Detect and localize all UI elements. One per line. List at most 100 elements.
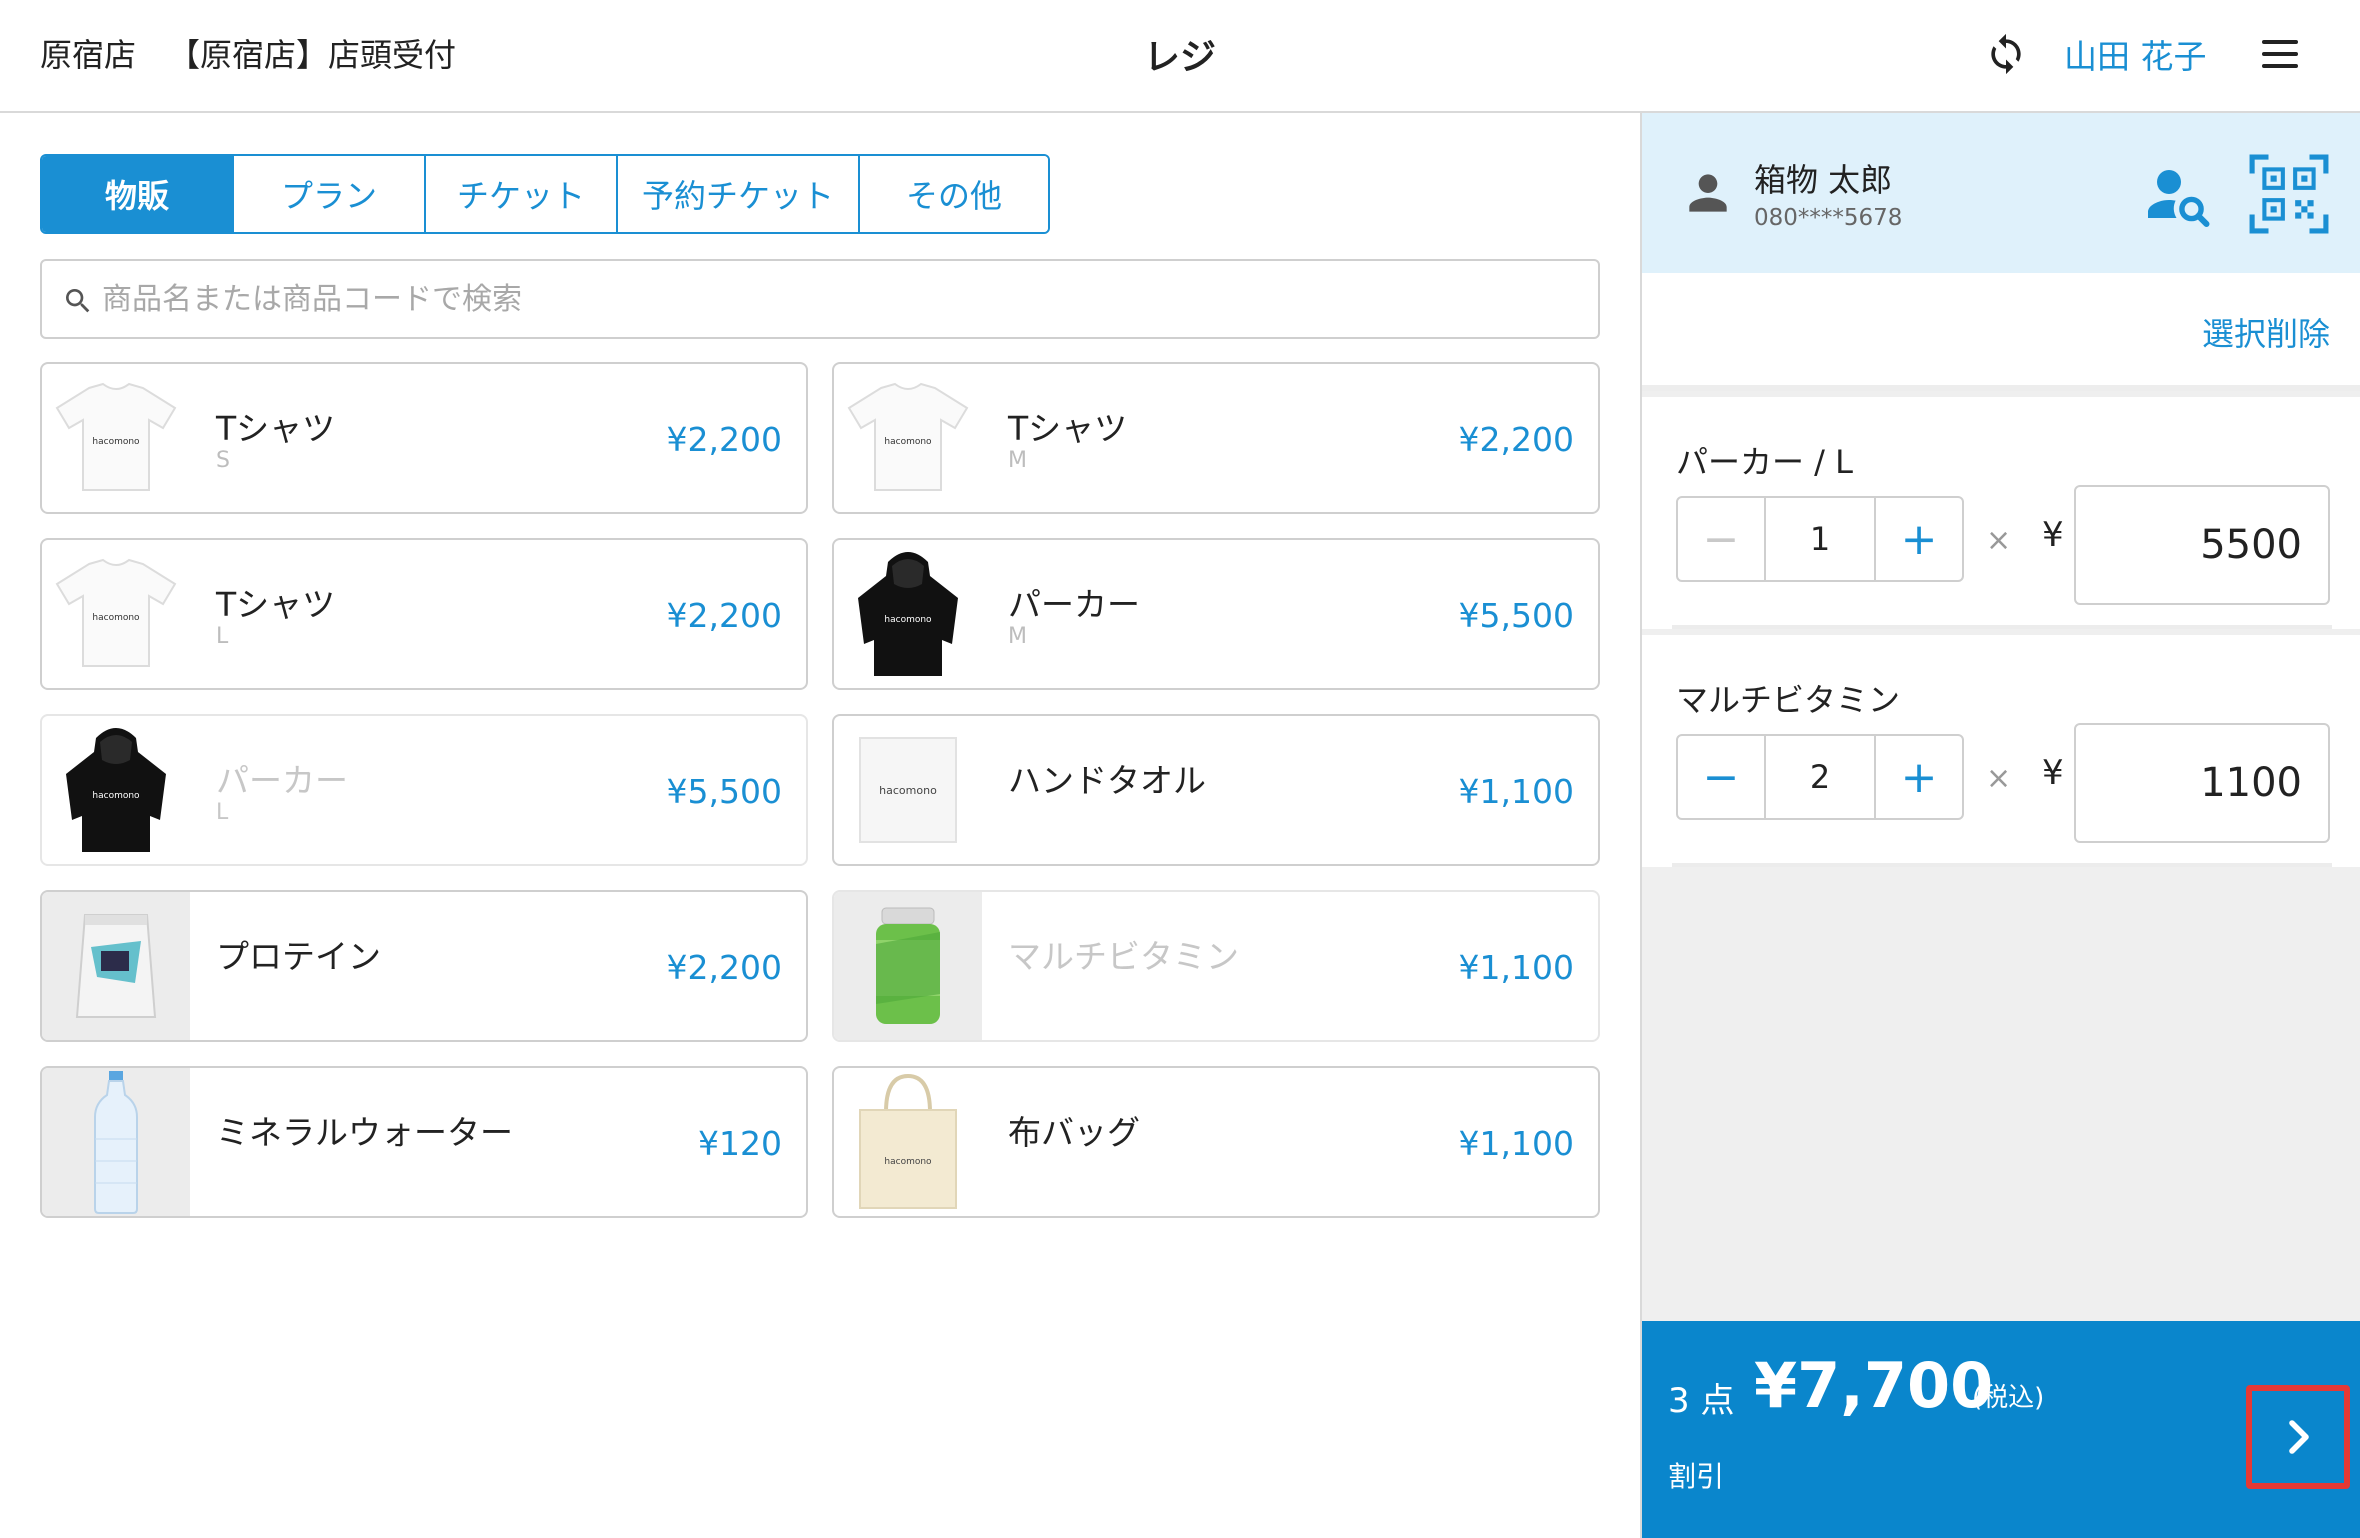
product-card[interactable]: hacomono パーカー M ¥5,500 xyxy=(832,538,1600,690)
hand-towel-image: hacomono xyxy=(834,716,982,864)
search-input[interactable] xyxy=(102,271,1582,327)
product-name: ミネラルウォーター xyxy=(216,1113,513,1152)
cart-item: マルチビタミン − 2 + × ¥ 1100 xyxy=(1642,635,2360,867)
app-header: 原宿店 【原宿店】店頭受付 レジ 山田 花子 xyxy=(0,0,2360,113)
item-count: 3 点 xyxy=(1668,1381,1735,1421)
tshirt-image: hacomono xyxy=(42,540,190,688)
cart-toolbar: 選択削除 xyxy=(1642,273,2360,391)
product-price: ¥1,100 xyxy=(1458,948,1574,987)
category-tabs: 物販 プラン チケット 予約チケット その他 xyxy=(40,154,1050,234)
search-icon xyxy=(66,289,90,313)
product-card[interactable]: ミネラルウォーター ¥120 xyxy=(40,1066,808,1218)
product-name: マルチビタミン xyxy=(1008,937,1239,976)
product-name: パーカー xyxy=(1008,585,1140,624)
vitamin-bottle-image xyxy=(834,892,982,1040)
divider xyxy=(1672,625,2332,629)
tshirt-image: hacomono xyxy=(42,364,190,512)
product-card[interactable]: hacomono 布バッグ ¥1,100 xyxy=(832,1066,1600,1218)
cart-panel: 箱物 太郎 080****5678 選択削除 パーカー / L − 1 + × … xyxy=(1640,113,2360,1538)
product-card[interactable]: hacomono Tシャツ M ¥2,200 xyxy=(832,362,1600,514)
decrement-button[interactable]: − xyxy=(1678,498,1764,580)
quantity-value: 2 xyxy=(1764,736,1876,818)
sync-icon[interactable] xyxy=(1984,32,2028,76)
product-variant: S xyxy=(216,448,230,473)
tote-bag-image: hacomono xyxy=(834,1068,982,1216)
product-variant: L xyxy=(216,624,229,649)
tax-label: (税込) xyxy=(1972,1383,2045,1413)
cart-item: パーカー / L − 1 + × ¥ 5500 xyxy=(1642,397,2360,629)
tab-merchandise[interactable]: 物販 xyxy=(42,156,234,232)
product-variant: L xyxy=(216,800,229,825)
product-card[interactable]: hacomono ハンドタオル ¥1,100 xyxy=(832,714,1600,866)
product-price: ¥2,200 xyxy=(1458,420,1574,459)
product-name: Tシャツ xyxy=(1008,409,1128,448)
customer-name: 箱物 太郎 xyxy=(1754,161,1893,199)
product-card[interactable]: hacomono Tシャツ L ¥2,200 xyxy=(40,538,808,690)
total-amount: ¥7,700 xyxy=(1754,1349,1994,1422)
cart-item-name: パーカー / L xyxy=(1676,443,1853,481)
tab-reservation-ticket[interactable]: 予約チケット xyxy=(618,156,860,232)
tab-other[interactable]: その他 xyxy=(860,156,1048,232)
chevron-right-icon xyxy=(2289,1420,2309,1454)
multiply-sign: × xyxy=(1986,761,2012,796)
cart-item-name: マルチビタミン xyxy=(1676,681,1901,719)
product-price: ¥2,200 xyxy=(666,948,782,987)
product-card-disabled: マルチビタミン ¥1,100 xyxy=(832,890,1600,1042)
hoodie-image: hacomono xyxy=(42,716,190,864)
quantity-stepper: − 1 + xyxy=(1676,496,1964,582)
product-name: Tシャツ xyxy=(216,585,336,624)
increment-button[interactable]: + xyxy=(1876,736,1962,818)
product-variant: M xyxy=(1008,448,1027,473)
svg-text:hacomono: hacomono xyxy=(884,1157,932,1167)
divider xyxy=(1672,863,2332,867)
proceed-button[interactable] xyxy=(2246,1385,2350,1489)
tshirt-image: hacomono xyxy=(834,364,982,512)
increment-button[interactable]: + xyxy=(1876,498,1962,580)
yen-sign: ¥ xyxy=(2042,515,2064,555)
unit-price-input[interactable]: 5500 xyxy=(2074,485,2330,605)
decrement-button[interactable]: − xyxy=(1678,736,1764,818)
hamburger-menu-icon[interactable] xyxy=(2262,40,2298,68)
multiply-sign: × xyxy=(1986,523,2012,558)
person-icon xyxy=(1680,165,1736,225)
product-card[interactable]: hacomono Tシャツ S ¥2,200 xyxy=(40,362,808,514)
svg-text:hacomono: hacomono xyxy=(884,615,932,625)
product-price: ¥5,500 xyxy=(1458,596,1574,635)
qr-code-icon[interactable] xyxy=(2248,153,2330,239)
product-name: プロテイン xyxy=(216,937,381,976)
quantity-stepper: − 2 + xyxy=(1676,734,1964,820)
product-price: ¥2,200 xyxy=(666,420,782,459)
svg-text:hacomono: hacomono xyxy=(92,613,140,623)
product-price: ¥1,100 xyxy=(1458,1124,1574,1163)
svg-text:hacomono: hacomono xyxy=(92,791,140,801)
svg-text:hacomono: hacomono xyxy=(879,784,937,797)
tab-ticket[interactable]: チケット xyxy=(426,156,618,232)
yen-sign: ¥ xyxy=(2042,753,2064,793)
product-search-box xyxy=(40,259,1600,339)
product-name: 布バッグ xyxy=(1008,1113,1140,1152)
product-name: パーカー xyxy=(216,761,348,800)
quantity-value: 1 xyxy=(1764,498,1876,580)
product-name: Tシャツ xyxy=(216,409,336,448)
protein-bag-image xyxy=(42,892,190,1040)
product-price: ¥1,100 xyxy=(1458,772,1574,811)
customer-info: 箱物 太郎 080****5678 xyxy=(1642,113,2360,273)
unit-price-input[interactable]: 1100 xyxy=(2074,723,2330,843)
tab-plan[interactable]: プラン xyxy=(234,156,426,232)
svg-text:hacomono: hacomono xyxy=(884,437,932,447)
person-search-icon[interactable] xyxy=(2142,161,2214,237)
hoodie-image: hacomono xyxy=(834,540,982,688)
product-price: ¥2,200 xyxy=(666,596,782,635)
customer-phone: 080****5678 xyxy=(1754,205,1903,231)
product-variant: M xyxy=(1008,624,1027,649)
checkout-bar: 3 点 ¥7,700 (税込) 割引 xyxy=(1642,1321,2360,1538)
staff-name-link[interactable]: 山田 花子 xyxy=(2064,30,2207,78)
discount-link[interactable]: 割引 xyxy=(1668,1455,1724,1495)
product-price: ¥120 xyxy=(698,1124,782,1163)
svg-text:hacomono: hacomono xyxy=(92,437,140,447)
product-card[interactable]: プロテイン ¥2,200 xyxy=(40,890,808,1042)
water-bottle-image xyxy=(42,1068,190,1216)
clear-selection-button[interactable]: 選択削除 xyxy=(2202,309,2330,355)
product-price: ¥5,500 xyxy=(666,772,782,811)
product-card-disabled: hacomono パーカー L ¥5,500 xyxy=(40,714,808,866)
